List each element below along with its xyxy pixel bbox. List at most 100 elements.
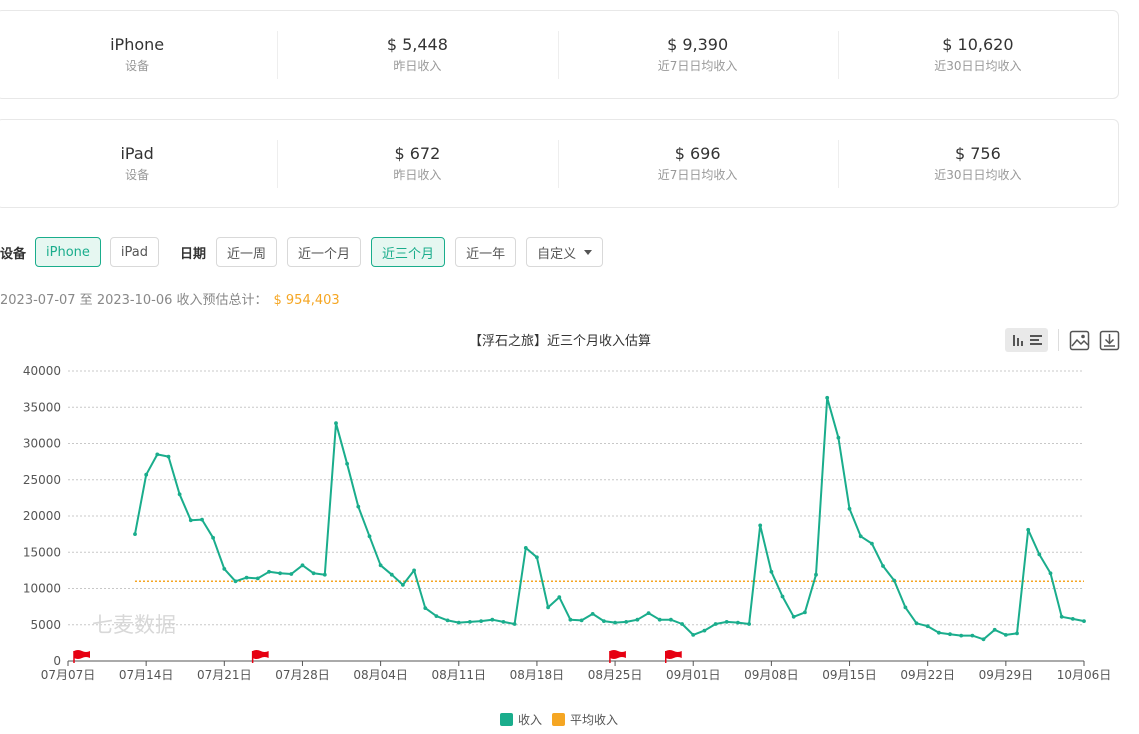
stat-yesterday: $ 672 昨日收入: [277, 120, 557, 207]
stat-value: iPad: [120, 144, 154, 163]
data-point: [724, 620, 729, 624]
flag-cloth: [665, 650, 682, 659]
range-custom-dropdown[interactable]: 自定义: [526, 237, 604, 267]
stat-label: 近30日日均收入: [934, 168, 1022, 182]
data-point: [635, 617, 640, 622]
range-week-button[interactable]: 近一周: [216, 237, 278, 267]
data-point: [981, 637, 986, 642]
range-month-button[interactable]: 近一个月: [287, 237, 362, 267]
data-point: [401, 583, 405, 587]
filter-bar: 设备 iPhone iPad 日期 近一周 近一个月 近三个月 近一年 自定义: [0, 237, 604, 267]
data-point: [523, 546, 528, 550]
data-point: [289, 572, 294, 576]
iphone-stats-card: iPhone 设备 $ 5,448 昨日收入 $ 9,390 近7日日均收入 $…: [0, 10, 1119, 99]
x-tick-label: 09月22日: [900, 668, 955, 682]
summary-amount: $ 954,403: [273, 293, 340, 308]
x-tick-label: 08月11日: [431, 668, 486, 682]
toolbar-divider: [1058, 329, 1059, 351]
revenue-series: [133, 395, 1086, 642]
device-iphone-button[interactable]: iPhone: [35, 237, 101, 267]
range-year-button[interactable]: 近一年: [455, 237, 517, 267]
data-point: [1070, 617, 1075, 621]
y-tick-label: 0: [53, 654, 61, 668]
data-point: [925, 624, 930, 629]
data-point: [691, 633, 696, 637]
y-tick-label: 5000: [30, 618, 61, 632]
summary-text: 2023-07-07 至 2023-10-06 收入预估总计：: [0, 293, 268, 308]
save-image-button[interactable]: [1067, 328, 1091, 352]
data-point: [535, 555, 539, 560]
data-point: [992, 627, 997, 632]
data-point: [211, 535, 216, 540]
data-point: [479, 619, 483, 623]
data-point: [144, 472, 149, 477]
revenue-summary: 2023-07-07 至 2023-10-06 收入预估总计： $ 954,403: [0, 289, 340, 308]
download-button[interactable]: [1097, 328, 1121, 352]
data-point: [646, 611, 651, 615]
data-point: [133, 532, 137, 536]
legend-swatch-average: [552, 713, 565, 726]
stat-value: $ 10,620: [942, 35, 1014, 54]
legend-label-revenue: 收入: [518, 713, 542, 727]
data-point: [702, 628, 707, 633]
data-point: [903, 605, 908, 610]
data-point: [568, 617, 573, 622]
stat-label: 昨日收入: [393, 59, 442, 73]
flag-cloth: [74, 650, 90, 659]
data-point: [412, 568, 416, 573]
x-axis: 07月07日 07月14日 07月21日 07月28日 08月04日 08月11日 08月1…: [41, 660, 1111, 682]
chart-grid: [68, 370, 1084, 626]
data-point: [188, 518, 193, 523]
chart-type-toggle[interactable]: [1005, 328, 1048, 352]
date-filter-label: 日期: [180, 246, 207, 262]
data-point: [914, 621, 919, 626]
device-ipad-button[interactable]: iPad: [109, 237, 159, 267]
flag-cloth: [609, 650, 626, 659]
range-three-months-button[interactable]: 近三个月: [371, 237, 446, 267]
data-point: [803, 610, 807, 615]
x-tick-label: 09月29日: [979, 668, 1034, 682]
data-point: [836, 435, 841, 440]
data-point: [322, 572, 327, 577]
data-point: [881, 564, 885, 568]
data-point: [200, 517, 204, 522]
data-point: [680, 622, 684, 626]
data-point: [501, 620, 506, 624]
data-point: [311, 571, 316, 576]
legend-item-average[interactable]: 平均收入: [552, 713, 618, 727]
stat-value: $ 756: [954, 144, 1001, 163]
data-point: [948, 632, 952, 637]
flag-cloth: [252, 650, 269, 659]
data-point: [579, 618, 584, 623]
data-point: [468, 620, 472, 624]
x-tick-label: 09月01日: [666, 668, 721, 682]
data-point: [334, 421, 338, 426]
revenue-line: [134, 396, 1085, 641]
stat-label: 近7日日均收入: [657, 168, 738, 182]
chart-title: 【浮石之旅】近三个月收入估算: [469, 334, 651, 349]
stat-value: $ 9,390: [667, 35, 729, 54]
data-point: [870, 541, 874, 546]
device-filter-label: 设备: [0, 246, 27, 262]
stat-value: $ 696: [674, 144, 721, 163]
data-point: [758, 523, 763, 528]
stat-value: $ 672: [394, 144, 441, 163]
data-point: [423, 606, 428, 610]
caret-down-icon: [584, 249, 593, 255]
data-point: [791, 614, 796, 619]
data-point: [1048, 571, 1053, 576]
x-tick-label: 07月07日: [41, 668, 96, 682]
legend-item-revenue[interactable]: 收入: [500, 713, 542, 727]
data-point: [278, 571, 282, 576]
revenue-chart: 【浮石之旅】近三个月收入估算 0 5000 10000 15000 20000 25000…: [23, 334, 1111, 727]
data-point: [378, 563, 383, 568]
data-point: [892, 578, 897, 583]
data-point: [769, 569, 774, 574]
x-tick-label: 07月21日: [197, 668, 252, 682]
image-icon: [1069, 330, 1089, 350]
data-point: [959, 633, 964, 638]
y-axis: 0 5000 10000 15000 20000 25000 30000 35000 40000: [23, 364, 61, 668]
y-tick-label: 40000: [23, 364, 61, 378]
data-point: [166, 454, 171, 459]
stat-value: iPhone: [110, 35, 165, 54]
